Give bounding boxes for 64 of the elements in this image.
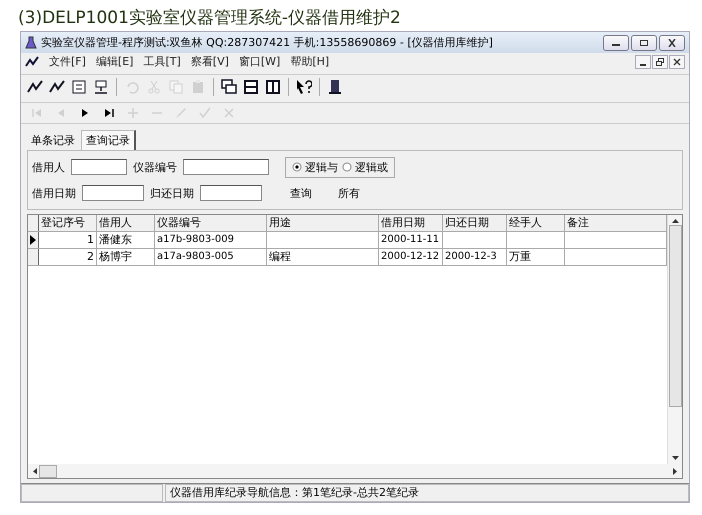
scroll-left-icon[interactable] (32, 468, 37, 474)
page-caption: (3)DELP1001实验室仪器管理系统-仪器借用维护2 (17, 7, 402, 28)
scroll-up-icon[interactable] (672, 218, 678, 223)
chart-icon (25, 56, 39, 68)
horizontal-scrollbar[interactable] (28, 464, 682, 478)
field-label: 归还日期 (150, 186, 194, 200)
field-label: 借用日期 (32, 186, 76, 200)
menu-item[interactable]: 帮助[H] (290, 54, 330, 69)
query-button[interactable]: 查询 (290, 186, 312, 200)
minimize-button[interactable] (635, 54, 651, 68)
close-icon (667, 38, 677, 46)
close-icon (673, 58, 681, 66)
field-label: 仪器编号 (133, 160, 177, 174)
field-label: 借用人 (32, 160, 65, 174)
input-field[interactable] (200, 185, 262, 201)
scroll-thumb[interactable] (668, 225, 682, 407)
current-row-icon (30, 235, 36, 245)
scroll-down-icon[interactable] (672, 456, 678, 461)
menu-item[interactable]: 工具[T] (143, 54, 181, 69)
status-text: 仪器借用库纪录导航信息：第1笔纪录-总共2笔纪录 (165, 484, 689, 502)
column-header[interactable]: 经手人 (507, 215, 565, 231)
maximize-icon (639, 38, 649, 46)
tab[interactable]: 单条记录 (27, 130, 79, 150)
input-field[interactable] (71, 159, 127, 175)
column-header[interactable]: 借用人 (97, 215, 155, 231)
windows-icon[interactable] (219, 76, 239, 96)
table-cell: a17a-9803-005 (155, 249, 267, 265)
column-header[interactable]: 用途 (267, 215, 379, 231)
maximize-button[interactable] (631, 34, 657, 50)
table-cell: 编程 (267, 249, 379, 265)
minimize-icon (640, 64, 646, 66)
vertical-scrollbar[interactable] (667, 215, 682, 464)
input-field[interactable] (82, 185, 144, 201)
scroll-thumb[interactable] (39, 464, 57, 478)
menu-item[interactable]: 察看[V] (190, 54, 229, 69)
menu-item[interactable]: 窗口[W] (238, 54, 280, 69)
table-cell: 2000-12-12 (379, 249, 443, 265)
table-cell: a17b-9803-009 (155, 232, 267, 248)
table-cell: 2 (39, 249, 97, 265)
column-header[interactable]: 借用日期 (379, 215, 443, 231)
tab[interactable]: 查询记录 (81, 130, 136, 150)
restore-icon (656, 58, 664, 66)
close-button[interactable] (659, 34, 685, 50)
restore-button[interactable] (652, 54, 668, 68)
column-header[interactable]: 仪器编号 (155, 215, 267, 231)
table-cell: 2000-12-3 (443, 249, 507, 265)
table-cell: 万重 (507, 249, 565, 265)
minimize-button[interactable] (603, 34, 629, 50)
window-title: 实验室仪器管理-程序测试:双鱼林 QQ:287307421 手机:13558690869 - [仪器借用库维护] (41, 35, 494, 50)
close-button[interactable] (669, 54, 685, 68)
radio-button[interactable]: 逻辑或 (342, 160, 388, 174)
scroll-right-icon[interactable] (673, 468, 678, 474)
table-cell: 潘健东 (97, 232, 155, 248)
table-cell: 1 (39, 232, 97, 248)
menu-item[interactable]: 编辑[E] (96, 54, 134, 69)
table-cell: 2000-11-11 (379, 232, 443, 248)
menu-item[interactable]: 文件[F] (49, 54, 86, 69)
flask-icon (25, 36, 37, 50)
column-header[interactable]: 登记序号 (39, 215, 97, 231)
table-cell: 杨博宇 (97, 249, 155, 265)
all-button[interactable]: 所有 (338, 186, 360, 200)
column-header[interactable]: 归还日期 (443, 215, 507, 231)
radio-button[interactable]: 逻辑与 (292, 160, 338, 174)
input-field[interactable] (183, 159, 269, 175)
